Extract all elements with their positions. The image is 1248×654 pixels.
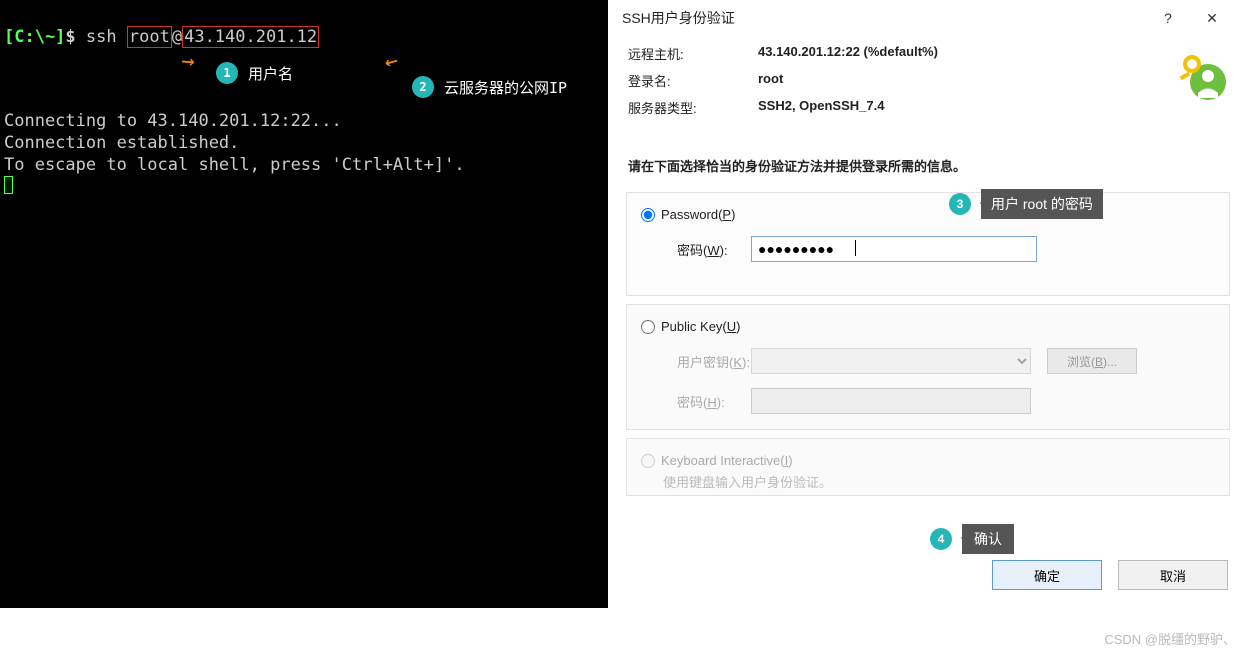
pubkey-password-input: [751, 388, 1031, 414]
terminal-output: To escape to local shell, press 'Ctrl+Al…: [4, 154, 608, 176]
prompt-path: [C:\~]: [4, 27, 65, 47]
publickey-group: Public Key(U) 用户密钥(K): 浏览(B)... 密码(H):: [626, 304, 1230, 430]
annotation-4: 4确认: [930, 524, 1014, 554]
dialog-title: SSH用户身份验证: [622, 8, 735, 28]
keyboard-interactive-hint: 使用键盘输入用户身份验证。: [641, 472, 1215, 491]
publickey-radio[interactable]: Public Key(U): [641, 319, 1215, 334]
cancel-button[interactable]: 取消: [1118, 560, 1228, 590]
publickey-radio-input[interactable]: [641, 320, 655, 334]
help-button[interactable]: ?: [1146, 10, 1190, 26]
password-radio-input[interactable]: [641, 208, 655, 222]
remote-host-value: 43.140.201.12:22 (%default%): [758, 44, 938, 63]
dialog-titlebar[interactable]: SSH用户身份验证 ? ✕: [608, 0, 1248, 36]
user-key-icon: [1174, 48, 1230, 104]
password-group: Password(P) 3用户 root 的密码 密码(W):: [626, 192, 1230, 296]
terminal-pane[interactable]: [C:\~]$ ssh root@43.140.201.12 ↘ ↙ 1用户名 …: [0, 0, 608, 608]
text-caret: [855, 240, 856, 256]
ssh-user-box: root: [127, 26, 172, 48]
ssh-auth-dialog: SSH用户身份验证 ? ✕ 远程主机:43.140.201.12:22 (%de…: [608, 0, 1248, 608]
terminal-cursor: [4, 176, 13, 194]
annotation-3: 3用户 root 的密码: [949, 189, 1103, 219]
pubkey-password-label: 密码(H):: [641, 392, 751, 411]
keyboard-interactive-radio-input: [641, 454, 655, 468]
ssh-host-box: 43.140.201.12: [182, 26, 319, 48]
userkey-label: 用户密钥(K):: [641, 352, 751, 371]
keyboard-interactive-group: Keyboard Interactive(I) 使用键盘输入用户身份验证。: [626, 438, 1230, 496]
terminal-output: Connecting to 43.140.201.12:22...: [4, 110, 608, 132]
watermark: CSDN @脱缰的野驴、: [1104, 629, 1236, 648]
userkey-select: [751, 348, 1031, 374]
server-type-label: 服务器类型:: [628, 98, 758, 117]
server-type-value: SSH2, OpenSSH_7.4: [758, 98, 884, 117]
prompt-line: [C:\~]$ ssh root@43.140.201.12: [4, 26, 608, 48]
ok-button[interactable]: 确定: [992, 560, 1102, 590]
browse-button: 浏览(B)...: [1047, 348, 1137, 374]
annotation-2: 2云服务器的公网IP: [412, 76, 567, 98]
terminal-output: Connection established.: [4, 132, 608, 154]
keyboard-interactive-radio: Keyboard Interactive(I): [641, 453, 1215, 468]
login-value: root: [758, 71, 783, 90]
password-input[interactable]: [751, 236, 1037, 262]
password-radio[interactable]: Password(P): [641, 207, 1215, 222]
password-field-label: 密码(W):: [641, 240, 751, 259]
instruction-text: 请在下面选择恰当的身份验证方法并提供登录所需的信息。: [628, 156, 966, 175]
close-button[interactable]: ✕: [1190, 10, 1234, 27]
annotation-1: 1用户名: [216, 62, 293, 84]
remote-host-label: 远程主机:: [628, 44, 758, 63]
login-label: 登录名:: [628, 71, 758, 90]
